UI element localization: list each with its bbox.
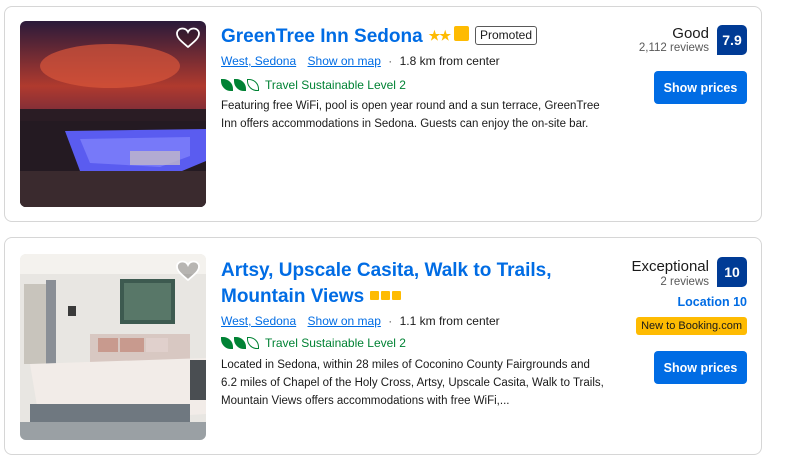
review-count: 2,112 reviews xyxy=(638,42,709,54)
separator-dot: · xyxy=(388,54,393,68)
leaf-icon xyxy=(221,79,260,91)
property-title[interactable]: Artsy, Upscale Casita, Walk to Trails, M… xyxy=(221,258,561,310)
property-photo[interactable] xyxy=(20,21,206,207)
property-card: Artsy, Upscale Casita, Walk to Trails, M… xyxy=(4,237,762,455)
show-prices-button[interactable]: Show prices xyxy=(654,351,747,384)
sustainability-label: Travel Sustainable Level 2 xyxy=(265,78,406,92)
show-prices-button[interactable]: Show prices xyxy=(654,71,747,104)
rating-word: Exceptional xyxy=(631,258,709,275)
location-line: West, Sedona Show on map · 1.1 km from c… xyxy=(221,314,500,328)
new-to-booking-badge: New to Booking.com xyxy=(636,317,747,335)
property-description: Featuring free WiFi, pool is open year r… xyxy=(221,100,600,130)
sustainability-badge[interactable]: Travel Sustainable Level 2 xyxy=(221,76,406,94)
sustainability-badge[interactable]: Travel Sustainable Level 2 xyxy=(221,334,406,352)
distance-text: 1.8 km from center xyxy=(399,54,500,68)
property-title-text[interactable]: GreenTree Inn Sedona xyxy=(221,26,423,47)
rating-square-icon xyxy=(370,291,380,300)
separator-dot: · xyxy=(388,314,393,328)
location-link[interactable]: West, Sedona xyxy=(221,54,296,68)
location-score: Location 10 xyxy=(677,295,747,309)
location-link[interactable]: West, Sedona xyxy=(221,314,296,328)
property-card: GreenTree Inn Sedona ★★ Promoted West, Sed… xyxy=(4,6,762,222)
property-photo[interactable] xyxy=(20,254,206,440)
rating-square-icon xyxy=(392,291,402,300)
property-description: Located in Sedona, within 28 miles of Co… xyxy=(221,359,604,407)
show-on-map-link[interactable]: Show on map xyxy=(308,54,381,68)
show-on-map-link[interactable]: Show on map xyxy=(308,314,381,328)
score-badge: 10 xyxy=(717,257,747,287)
distance-text: 1.1 km from center xyxy=(399,314,500,328)
heart-icon[interactable] xyxy=(176,27,200,49)
property-title[interactable]: GreenTree Inn Sedona ★★ Promoted xyxy=(221,23,538,50)
promoted-badge: Promoted xyxy=(474,26,538,45)
location-line: West, Sedona Show on map · 1.8 km from c… xyxy=(221,54,500,68)
review-count: 2 reviews xyxy=(660,276,709,288)
rating-square-icon xyxy=(381,291,391,300)
thumbs-up-icon xyxy=(453,26,469,41)
rating-word: Good xyxy=(672,25,709,42)
sustainability-label: Travel Sustainable Level 2 xyxy=(265,336,406,350)
heart-icon[interactable] xyxy=(176,260,200,282)
leaf-icon xyxy=(221,337,260,349)
score-badge: 7.9 xyxy=(717,25,747,55)
star-rating: ★★ xyxy=(428,28,451,43)
